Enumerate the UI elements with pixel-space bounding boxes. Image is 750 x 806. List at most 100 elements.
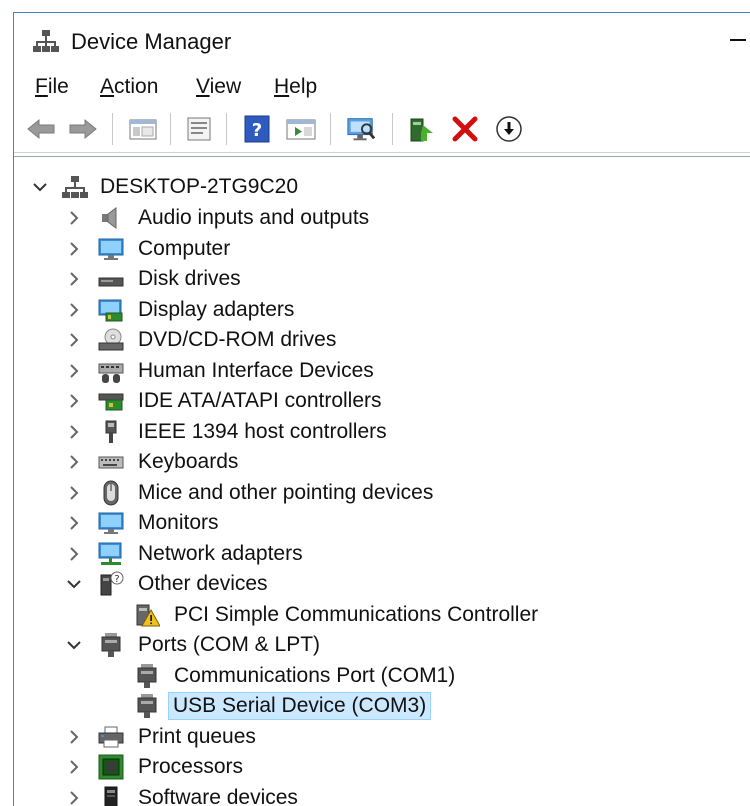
tree-category-label: DVD/CD-ROM drives	[138, 328, 337, 351]
help-icon[interactable]: ?	[242, 115, 272, 143]
properties-icon[interactable]	[184, 115, 214, 143]
menu-help[interactable]: Help	[274, 75, 317, 99]
forward-arrow-icon[interactable]	[68, 115, 98, 143]
collapse-chevron-icon[interactable]	[66, 575, 82, 593]
expand-chevron-icon[interactable]	[66, 392, 82, 410]
minimize-button[interactable]	[730, 39, 746, 41]
device-manager-window: Device Manager File Action View Help ? D…	[13, 12, 750, 806]
menu-view-label: iew	[209, 75, 242, 98]
ide-controller-icon	[98, 393, 124, 411]
expand-chevron-icon[interactable]	[66, 423, 82, 441]
processor-icon	[98, 754, 124, 780]
tree-category-network-adapters[interactable]: Network adapters	[14, 539, 714, 569]
back-arrow-icon[interactable]	[26, 115, 56, 143]
svg-text:?: ?	[114, 574, 119, 585]
port-icon	[137, 664, 157, 688]
tree-category-label: IEEE 1394 host controllers	[138, 420, 387, 443]
scan-hardware-changes-icon[interactable]	[346, 115, 376, 143]
tree-device-pci-simple-comms[interactable]: PCI Simple Communications Controller	[14, 600, 714, 630]
printer-icon	[98, 726, 124, 748]
tree-category-ide-controllers[interactable]: IDE ATA/ATAPI controllers	[14, 386, 714, 416]
expand-chevron-icon[interactable]	[66, 545, 82, 563]
expand-chevron-icon[interactable]	[66, 728, 82, 746]
tree-category-audio[interactable]: Audio inputs and outputs	[14, 203, 714, 233]
tree-category-label: Human Interface Devices	[138, 359, 374, 382]
keyboard-icon	[98, 456, 124, 469]
device-tree: DESKTOP-2TG9C20 Audio inputs and outputs…	[14, 156, 750, 806]
show-hide-console-tree-icon[interactable]	[128, 115, 158, 143]
tree-category-other-devices[interactable]: ? Other devices	[14, 569, 714, 599]
toolbar-separator	[392, 113, 393, 145]
tree-category-label: Computer	[138, 237, 231, 260]
menu-action-label: ction	[114, 75, 159, 98]
expand-chevron-icon[interactable]	[66, 270, 82, 288]
tree-root[interactable]: DESKTOP-2TG9C20	[14, 172, 714, 202]
expand-chevron-icon[interactable]	[66, 209, 82, 227]
network-adapter-icon	[98, 542, 122, 565]
title-bar[interactable]: Device Manager	[14, 13, 750, 69]
port-icon	[101, 633, 121, 657]
tree-category-disk-drives[interactable]: Disk drives	[14, 264, 714, 294]
toolbar-separator	[330, 113, 331, 145]
menu-action[interactable]: Action	[100, 75, 158, 99]
tree-category-label: Software devices	[138, 786, 298, 806]
expand-chevron-icon[interactable]	[66, 240, 82, 258]
expand-chevron-icon[interactable]	[66, 331, 82, 349]
svg-text:?: ?	[252, 120, 262, 141]
computer-tree-icon	[62, 176, 88, 198]
port-icon	[137, 694, 157, 718]
disable-device-icon[interactable]	[494, 115, 524, 143]
tree-device-com1[interactable]: Communications Port (COM1)	[14, 661, 714, 691]
tree-category-label: Processors	[138, 755, 244, 778]
ieee1394-icon	[105, 420, 117, 443]
disk-drive-icon	[98, 277, 124, 287]
menu-file-accel: F	[35, 75, 48, 98]
tree-root-label: DESKTOP-2TG9C20	[100, 175, 299, 198]
tree-category-software-devices[interactable]: Software devices	[14, 783, 714, 806]
menu-view[interactable]: View	[196, 75, 241, 99]
tree-category-ieee1394[interactable]: IEEE 1394 host controllers	[14, 417, 714, 447]
expand-chevron-icon[interactable]	[66, 789, 82, 806]
run-action-icon[interactable]	[286, 115, 316, 143]
monitor-icon	[98, 512, 124, 534]
collapse-chevron-icon[interactable]	[66, 636, 82, 654]
expand-chevron-icon[interactable]	[66, 758, 82, 776]
menu-view-accel: V	[196, 75, 210, 98]
toolbar-separator	[170, 113, 171, 145]
tree-category-ports[interactable]: Ports (COM & LPT)	[14, 630, 714, 660]
toolbar-separator	[112, 113, 113, 145]
menu-bar: File Action View Help	[14, 71, 750, 105]
menu-file[interactable]: File	[35, 75, 69, 99]
device-manager-icon	[33, 30, 59, 52]
tree-category-display-adapters[interactable]: Display adapters	[14, 295, 714, 325]
expand-chevron-icon[interactable]	[66, 453, 82, 471]
expand-chevron-icon[interactable]	[66, 484, 82, 502]
tree-category-mice[interactable]: Mice and other pointing devices	[14, 478, 714, 508]
collapse-chevron-icon[interactable]	[32, 178, 48, 196]
tree-category-dvd-drives[interactable]: DVD/CD-ROM drives	[14, 325, 714, 355]
expand-chevron-icon[interactable]	[66, 514, 82, 532]
tree-category-label: Monitors	[138, 511, 219, 534]
tree-category-computer[interactable]: Computer	[14, 234, 714, 264]
tree-category-monitors[interactable]: Monitors	[14, 508, 714, 538]
tree-device-usb-serial-com3[interactable]: USB Serial Device (COM3)	[14, 691, 714, 721]
tree-category-label: Network adapters	[138, 542, 303, 565]
window-title: Device Manager	[71, 29, 232, 54]
tree-device-label-selected: USB Serial Device (COM3)	[167, 692, 432, 720]
speaker-icon	[102, 207, 117, 229]
mouse-icon	[103, 480, 119, 506]
update-driver-icon[interactable]	[406, 115, 436, 143]
tree-category-label: Mice and other pointing devices	[138, 481, 434, 504]
expand-chevron-icon[interactable]	[66, 362, 82, 380]
tree-device-label: Communications Port (COM1)	[174, 664, 456, 687]
tree-category-label: Print queues	[138, 725, 256, 748]
tree-category-hid[interactable]: Human Interface Devices	[14, 356, 714, 386]
tree-device-label: PCI Simple Communications Controller	[174, 603, 539, 626]
tree-category-processors[interactable]: Processors	[14, 752, 714, 782]
tree-category-keyboards[interactable]: Keyboards	[14, 447, 714, 477]
expand-chevron-icon[interactable]	[66, 301, 82, 319]
uninstall-device-icon[interactable]	[450, 115, 480, 143]
tree-category-print-queues[interactable]: Print queues	[14, 722, 714, 752]
tree-category-label: Ports (COM & LPT)	[138, 633, 321, 656]
menu-action-accel: A	[100, 75, 115, 98]
